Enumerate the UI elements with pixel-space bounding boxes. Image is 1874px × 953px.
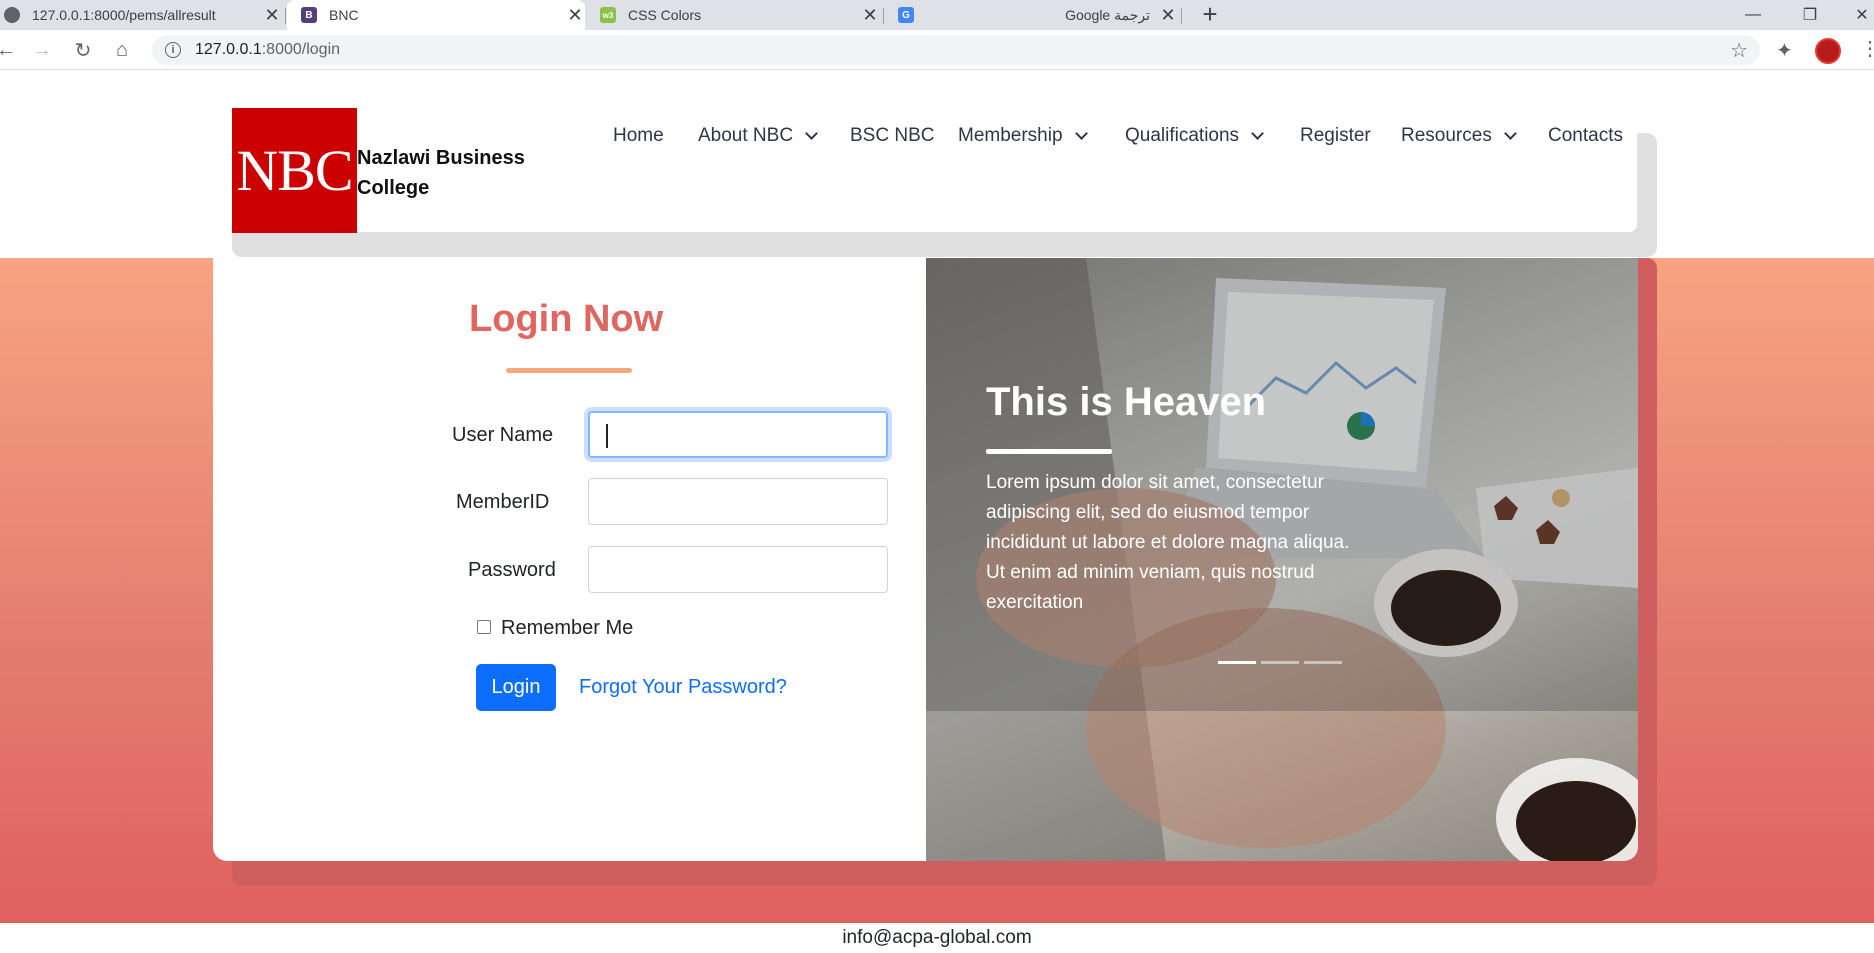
remember-me-checkbox[interactable]: [477, 620, 491, 634]
forgot-password-link[interactable]: Forgot Your Password?: [579, 676, 787, 699]
username-input[interactable]: [588, 411, 888, 458]
new-tab-button[interactable]: +: [1198, 0, 1222, 30]
title-underline: [506, 368, 632, 373]
browser-toolbar: ← → ↻ ⌂ i 127.0.0.1:8000/login ☆ ✦ ⋮: [0, 30, 1874, 70]
tab-title: CSS Colors: [628, 7, 702, 23]
close-tab-icon[interactable]: ✕: [1158, 5, 1178, 26]
tab-title: BNC: [329, 7, 359, 23]
hero-title: This is Heaven: [986, 380, 1267, 424]
tab-separator: [285, 8, 286, 24]
chevron-down-icon: [1503, 127, 1517, 140]
chevron-down-icon: [1074, 127, 1088, 140]
minimize-icon[interactable]: —: [1733, 0, 1773, 30]
carousel-indicator-2[interactable]: [1261, 661, 1299, 664]
site-footer: info@acpa-global.com: [0, 923, 1874, 953]
nav-home[interactable]: Home: [613, 120, 664, 152]
hero-divider: [986, 449, 1112, 454]
browser-tab-bnc[interactable]: B BNC ✕: [287, 0, 585, 30]
nav-bsc-nbc[interactable]: BSC NBC: [850, 120, 934, 152]
site-logo[interactable]: NBC: [232, 108, 357, 233]
username-label: User Name: [452, 424, 554, 446]
back-icon[interactable]: ←: [0, 36, 20, 64]
footer-email[interactable]: info@acpa-global.com: [842, 927, 1031, 949]
bookmark-star-icon[interactable]: ☆: [1730, 38, 1748, 63]
nav-membership[interactable]: Membership: [958, 120, 1088, 152]
forward-icon[interactable]: →: [28, 36, 56, 64]
browser-menu-icon[interactable]: ⋮: [1860, 36, 1874, 61]
site-info-icon[interactable]: i: [165, 42, 181, 58]
close-tab-icon[interactable]: ✕: [262, 5, 282, 26]
google-translate-icon: G: [898, 7, 914, 23]
address-bar[interactable]: i 127.0.0.1:8000/login ☆: [152, 35, 1760, 65]
chevron-down-icon: [1251, 127, 1264, 140]
nav-label: Contacts: [1548, 125, 1623, 146]
browser-tab-css-colors[interactable]: w3 CSS Colors ✕: [588, 0, 880, 30]
tab-title: 127.0.0.1:8000/pems/allresult: [32, 7, 216, 23]
tab-separator: [883, 8, 884, 24]
memberid-input[interactable]: [588, 478, 888, 525]
chevron-down-icon: [805, 127, 818, 140]
nav-register[interactable]: Register: [1300, 120, 1371, 152]
nav-label: Home: [613, 125, 664, 146]
password-input[interactable]: [588, 546, 888, 593]
profile-avatar[interactable]: [1815, 38, 1841, 64]
browser-tab-bar: 127.0.0.1:8000/pems/allresult ✕ B BNC ✕ …: [0, 0, 1874, 30]
nav-label: Resources: [1401, 125, 1492, 146]
carousel-indicator-1[interactable]: [1218, 661, 1256, 664]
close-window-icon[interactable]: ✕: [1842, 0, 1874, 30]
tab-separator: [1181, 8, 1182, 24]
bootstrap-icon: B: [301, 7, 317, 23]
nav-contacts[interactable]: Contacts: [1548, 120, 1623, 152]
address-url: 127.0.0.1:8000/login: [195, 41, 340, 59]
brand-name[interactable]: Nazlawi Business College: [357, 143, 537, 203]
nav-resources[interactable]: Resources: [1401, 120, 1517, 152]
memberid-label: MemberID: [456, 491, 550, 513]
restore-icon[interactable]: ❐: [1790, 0, 1830, 30]
reload-icon[interactable]: ↻: [69, 36, 97, 64]
login-button[interactable]: Login: [476, 664, 556, 711]
browser-tab-allresult[interactable]: 127.0.0.1:8000/pems/allresult ✕: [0, 0, 282, 30]
remember-me-label[interactable]: Remember Me: [501, 617, 633, 640]
nav-label: Qualifications: [1125, 125, 1240, 146]
close-tab-icon[interactable]: ✕: [565, 5, 585, 26]
extensions-icon[interactable]: ✦: [1776, 38, 1793, 63]
w3schools-icon: w3: [600, 7, 616, 23]
login-title: Login Now: [469, 298, 664, 340]
close-tab-icon[interactable]: ✕: [860, 5, 880, 26]
globe-icon: [4, 7, 20, 23]
url-host: 127.0.0.1: [195, 41, 262, 58]
hero-text: Lorem ipsum dolor sit amet, consectetur …: [986, 472, 1350, 613]
nav-label: Register: [1300, 125, 1371, 146]
url-path: :8000/login: [261, 41, 341, 58]
nav-label: BSC NBC: [850, 125, 935, 146]
text-caret: [606, 424, 608, 448]
hero-carousel: This is Heaven Lorem ipsum dolor sit ame…: [926, 258, 1638, 861]
nav-qualifications[interactable]: Qualifications: [1125, 120, 1264, 152]
browser-tab-google-translate[interactable]: G Google ترجمة ✕: [886, 0, 1178, 30]
nav-label: About NBC: [698, 125, 794, 146]
tab-title: Google ترجمة: [1065, 6, 1150, 23]
home-icon[interactable]: ⌂: [108, 36, 136, 64]
carousel-indicator-3[interactable]: [1304, 661, 1342, 664]
logo-text: NBC: [236, 138, 353, 203]
nav-about-nbc[interactable]: About NBC: [698, 120, 818, 152]
password-label: Password: [468, 559, 556, 581]
nav-label: Membership: [958, 125, 1063, 146]
